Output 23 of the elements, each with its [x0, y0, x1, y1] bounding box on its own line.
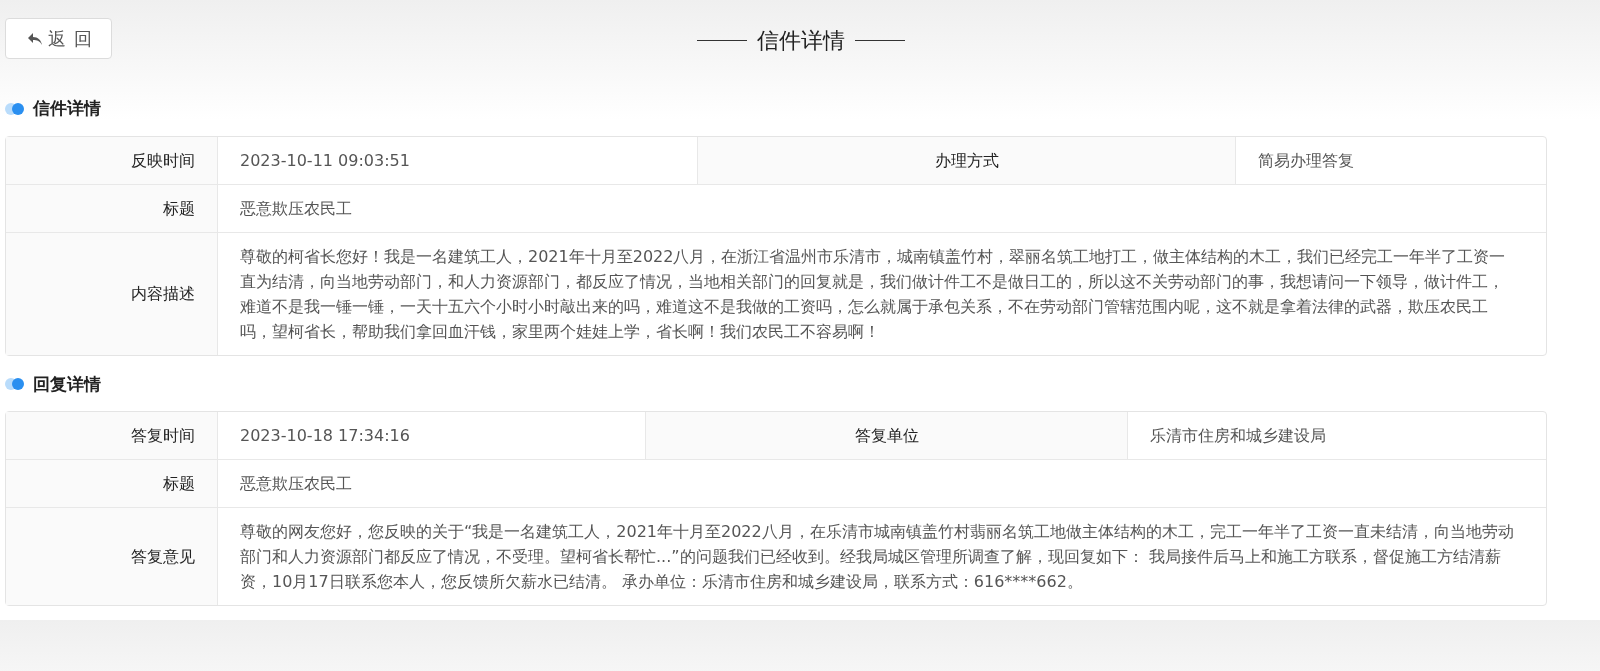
field-value: 2023-10-18 17:34:16 — [218, 412, 646, 460]
field-label: 答复时间 — [6, 412, 218, 460]
page-title: 信件详情 — [757, 27, 845, 55]
field-label: 答复单位 — [646, 412, 1128, 460]
section-heading: 信件详情 — [33, 97, 101, 120]
section-heading: 回复详情 — [33, 372, 101, 396]
field-label: 反映时间 — [6, 136, 218, 185]
field-value: 简易办理答复 — [1236, 136, 1546, 185]
back-button[interactable]: 返 回 — [5, 18, 112, 59]
field-label: 答复意见 — [6, 508, 218, 605]
reply-arrow-icon — [28, 32, 42, 45]
field-value: 恶意欺压农民工 — [218, 460, 1546, 508]
section-dot-icon — [5, 102, 25, 115]
field-value: 2023-10-11 09:03:51 — [218, 136, 698, 185]
field-label: 标题 — [6, 184, 218, 233]
field-value: 尊敬的网友您好，您反映的关于“我是一名建筑工人，2021年十月至2022八月，在乐清市城南镇盖竹村翡丽名筑工地做主体结构的木工，完工一年半了工资一直未结清，向当地劳动部门和人力资源部门都反应了情况，不受理。望柯省长帮忙...”的问题我们已经收到。经我局城区管理所调查了解，现回复如下： 我局接件后马上和施工方联系，督促施工方结清薪资，10月17日联系您本人，您反馈所欠薪水已结清。 承办单位：乐清市住房和城乡建设局，联系方式：616****662。 — [239, 521, 1515, 593]
field-label: 办理方式 — [698, 136, 1236, 185]
field-label: 标题 — [6, 460, 218, 508]
field-value: 恶意欺压农民工 — [218, 184, 1546, 233]
field-value: 尊敬的柯省长您好！我是一名建筑工人，2021年十月至2022八月，在浙江省温州市乐清市，城南镇盖竹村，翠丽名筑工地打工，做主体结构的木工，我们已经完工一年半了工资一直为结清，向当地劳动部门，和人力资源部门，都反应了情况，当地相关部门的回复就是，我们做计件工不是做日工的，所以这不关劳动部门的事，我想请问一下领导，做计件工，难道不是我一锤一锤，一天十五六个小时小时敲出来的吗，难道这不是我做的工资吗，怎么就属于承包关系，不在劳动部门管辖范围内呢，这不就是拿着法律的武器，欺压农民工吗，望柯省长，帮助我们拿回血汗钱，家里两个娃娃上学，省长啊！我们农民工不容易啊！ — [239, 245, 1507, 343]
section-dot-icon — [5, 378, 25, 391]
field-value: 乐清市住房和城乡建设局 — [1128, 412, 1546, 460]
field-label: 内容描述 — [6, 232, 218, 355]
